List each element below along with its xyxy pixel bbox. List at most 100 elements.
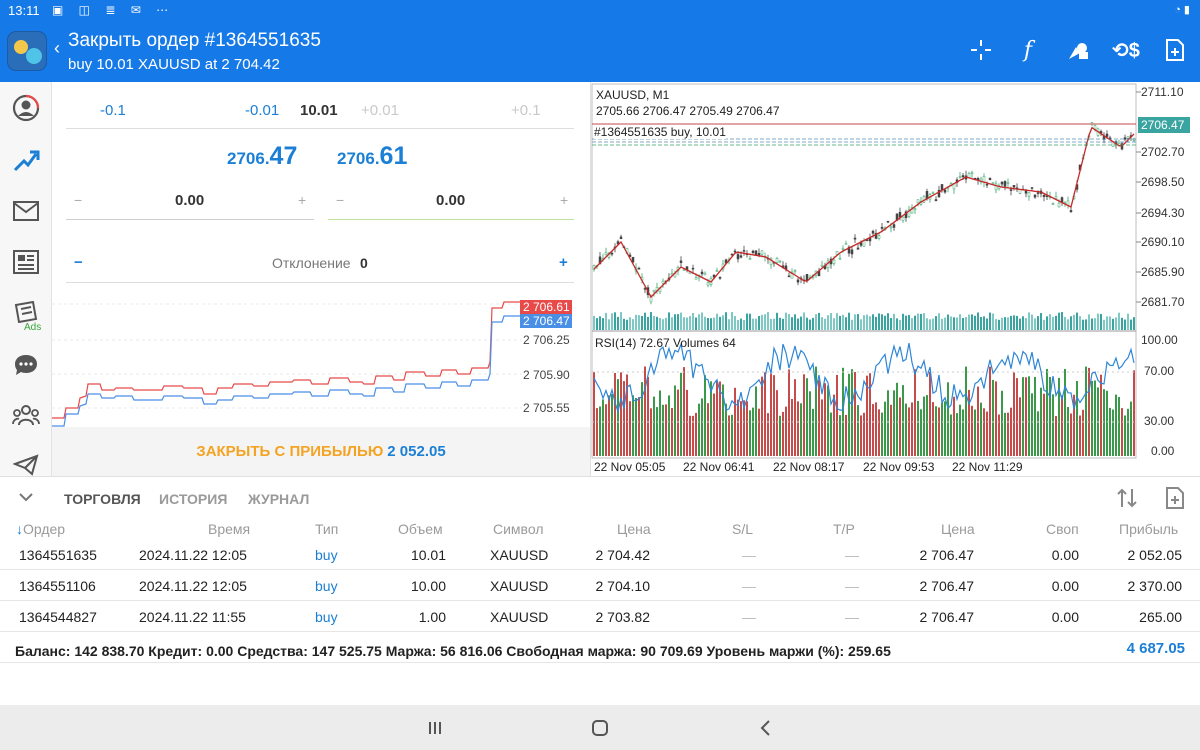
rsi-volume-bar (935, 406, 937, 456)
volume-bar (1118, 312, 1120, 330)
news-icon[interactable] (10, 246, 42, 278)
rsi-volume-bar (1067, 407, 1069, 456)
tp-field[interactable]: 0.00 (436, 192, 465, 209)
new-order-icon[interactable] (1161, 36, 1189, 64)
volume-bar (842, 314, 844, 330)
tab-history[interactable]: ИСТОРИЯ (159, 491, 227, 507)
sort-icon[interactable] (1116, 487, 1138, 514)
rsi-volume-bar (728, 415, 730, 456)
col-price[interactable]: Цена (617, 521, 651, 537)
app-logo-icon[interactable] (7, 31, 47, 71)
close-with-profit-button[interactable]: ЗАКРЫТЬ С ПРИБЫЛЬЮ 2 052.05 (52, 427, 590, 476)
rsi-volume-bar (629, 401, 631, 456)
deviation-minus-button[interactable]: − (74, 254, 83, 271)
volume-bar (857, 314, 859, 330)
open-price: 2 704.42 (595, 547, 651, 563)
dollar-sync-icon[interactable]: ⟲$ (1112, 36, 1140, 64)
rsi-volume-bar (755, 386, 757, 456)
recent-apps-icon[interactable] (424, 717, 446, 739)
volume-bar (977, 312, 979, 330)
volume-bar (818, 312, 820, 330)
ads-icon[interactable]: Ads (10, 296, 42, 333)
volume-plus-small-button[interactable]: +0.01 (361, 102, 399, 119)
volume-minus-big-button[interactable]: -0.1 (100, 102, 126, 119)
rsi-volume-bar (632, 395, 634, 456)
bid-price-tag: 2 706.47 (520, 314, 572, 328)
volume-bar (863, 315, 865, 330)
price-chart[interactable]: XAUUSD, M1 2705.66 2706.47 2705.49 2706.… (590, 82, 1200, 476)
volume-bar (713, 317, 715, 330)
back-icon[interactable] (754, 717, 776, 739)
candle-body (682, 269, 686, 271)
sl-minus-button[interactable]: − (74, 192, 82, 208)
col-profit[interactable]: Прибыль (1119, 521, 1178, 537)
volume-bar (884, 315, 886, 330)
volume-bar (854, 314, 856, 330)
back-chevron-icon[interactable]: ‹ (54, 38, 60, 59)
candle-body (604, 252, 608, 255)
candle-body (1126, 136, 1130, 139)
chevron-down-icon[interactable] (18, 489, 34, 510)
volume-bar (980, 317, 982, 330)
ads-label: Ads (24, 322, 42, 333)
candle-body (1027, 191, 1031, 197)
rsi-volume-bar (1010, 407, 1012, 456)
table-row[interactable]: 1364544827 2024.11.22 11:55 buy 1.00 XAUUSD 2… (0, 601, 1200, 632)
col-swap[interactable]: Своп (1046, 521, 1079, 537)
table-row[interactable]: 1364551635 2024.11.22 12:05 buy 10.01 XAUUSD… (0, 539, 1200, 570)
crosshair-icon[interactable] (967, 36, 995, 64)
rsi-volume-bar (896, 382, 898, 456)
objects-icon[interactable] (1064, 36, 1092, 64)
volume-bar (836, 313, 838, 330)
candle-body (793, 270, 797, 272)
rsi-volume-bar (731, 414, 733, 456)
volume-bar (722, 315, 724, 330)
rsi-volume-bar (608, 395, 610, 456)
add-document-icon[interactable] (1165, 486, 1185, 515)
home-icon[interactable] (589, 717, 611, 739)
volume-bar (707, 318, 709, 330)
col-type[interactable]: Тип (315, 521, 338, 537)
volume-bar (767, 312, 769, 330)
volume-bar (776, 312, 778, 330)
community-icon[interactable] (10, 399, 42, 431)
tp-minus-button[interactable]: − (336, 192, 344, 208)
volume-minus-small-button[interactable]: -0.01 (245, 102, 279, 119)
col-tp[interactable]: T/P (833, 521, 855, 537)
deviation-plus-button[interactable]: + (559, 254, 568, 271)
col-time[interactable]: Время (208, 521, 250, 537)
volume-bar (743, 320, 745, 330)
sl-plus-button[interactable]: + (298, 192, 306, 208)
deviation-value[interactable]: 0 (360, 255, 368, 271)
indicator-label: RSI(14) 72.67 Volumes 64 (595, 336, 736, 350)
tab-trade[interactable]: ТОРГОВЛЯ (64, 491, 141, 507)
col-volume[interactable]: Объем (398, 521, 443, 537)
chat-icon[interactable] (10, 349, 42, 381)
rsi-volume-bar (836, 375, 838, 456)
rsi-volume-bar (809, 391, 811, 456)
tab-journal[interactable]: ЖУРНАЛ (248, 491, 309, 507)
col-symbol[interactable]: Символ (493, 521, 543, 537)
rsi-volume-bar (857, 405, 859, 456)
tick-label: 2 705.55 (523, 401, 570, 415)
sl-field[interactable]: 0.00 (175, 192, 204, 209)
account-icon[interactable] (10, 92, 42, 124)
rsi-volume-bar (665, 404, 667, 456)
col-sl[interactable]: S/L (732, 521, 753, 537)
volume-bar (593, 315, 595, 330)
function-icon[interactable]: f (1014, 36, 1042, 64)
volume-value[interactable]: 10.01 (300, 102, 338, 119)
trade-icon[interactable] (10, 144, 42, 176)
volume-bar (962, 318, 964, 330)
col-order[interactable]: ↓Ордер (16, 521, 65, 537)
rsi-volume-bar (617, 379, 619, 456)
mail-icon[interactable] (10, 195, 42, 227)
rsi-volume-bar (851, 369, 853, 456)
table-row[interactable]: 1364551106 2024.11.22 12:05 buy 10.00 XAUUSD… (0, 570, 1200, 601)
candle-body (901, 216, 905, 221)
volume-plus-big-button[interactable]: +0.1 (511, 102, 541, 119)
tp-plus-button[interactable]: + (560, 192, 568, 208)
volume-bar (851, 319, 853, 330)
rsi-volume-bar (695, 412, 697, 456)
col-current-price[interactable]: Цена (941, 521, 975, 537)
